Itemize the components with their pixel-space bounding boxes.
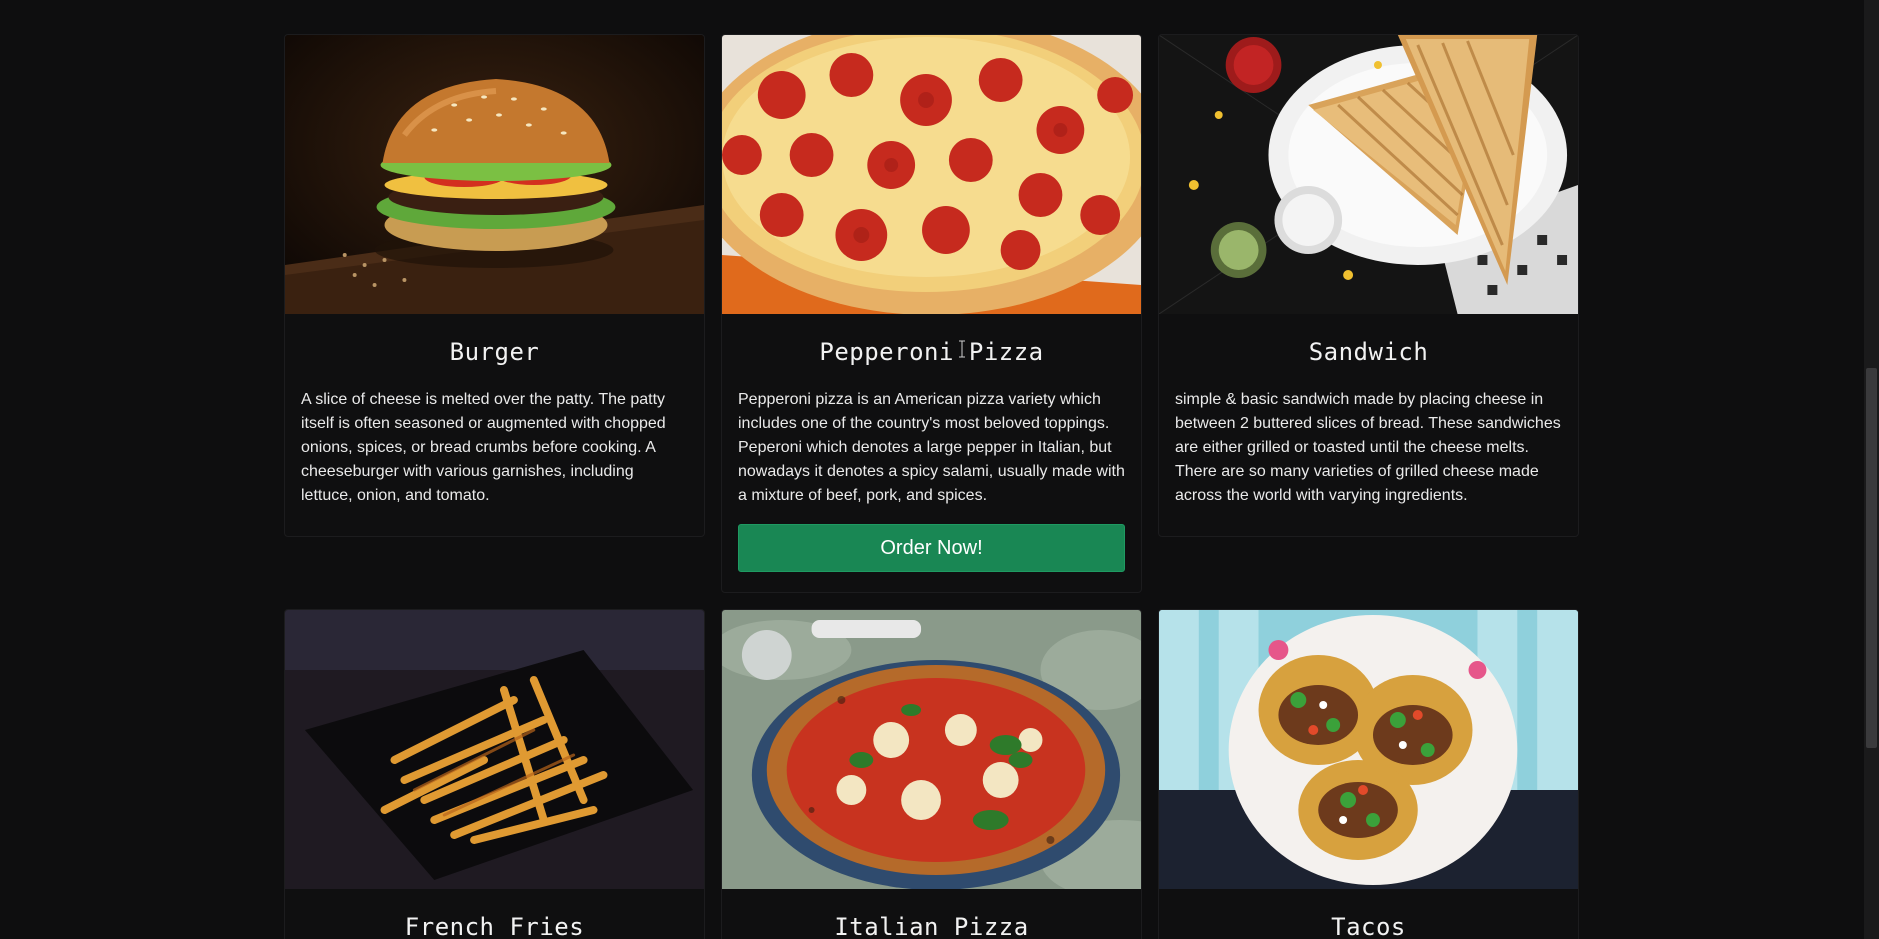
sandwich-image: [1159, 35, 1578, 314]
card-title: Tacos: [1331, 913, 1406, 939]
card-body: Pepperoni Pizza Pepperoni pizza is an Am…: [722, 314, 1141, 592]
pepperoni-pizza-image: [722, 35, 1141, 314]
order-now-button[interactable]: Order Now!: [738, 524, 1125, 572]
menu-card-tacos: Tacos: [1158, 609, 1579, 939]
card-title: Burger: [449, 338, 540, 366]
card-title: Pepperoni Pizza: [819, 338, 1044, 366]
burger-image: [285, 35, 704, 314]
card-body: Italian Pizza: [722, 889, 1141, 939]
italian-pizza-image: [722, 610, 1141, 889]
card-title: Sandwich: [1308, 338, 1429, 366]
scrollbar-thumb[interactable]: [1866, 368, 1877, 748]
menu-card-grid: Burger A slice of cheese is melted over …: [284, 34, 1580, 939]
card-description: simple & basic sandwich made by placing …: [1175, 391, 1561, 504]
card-description: A slice of cheese is melted over the pat…: [301, 391, 666, 504]
card-body: Burger A slice of cheese is melted over …: [285, 314, 704, 536]
card-body: Tacos: [1159, 889, 1578, 939]
card-title: Italian Pizza: [834, 913, 1029, 939]
text-cursor-icon: [958, 340, 965, 358]
menu-card-burger: Burger A slice of cheese is melted over …: [284, 34, 705, 537]
card-body: French Fries: [285, 889, 704, 939]
card-title: French Fries: [404, 913, 585, 939]
vertical-scrollbar[interactable]: [1864, 0, 1879, 939]
menu-card-italian-pizza: Italian Pizza: [721, 609, 1142, 939]
tacos-image: [1159, 610, 1578, 889]
french-fries-image: [285, 610, 704, 889]
card-body: Sandwich simple & basic sandwich made by…: [1159, 314, 1578, 536]
menu-card-french-fries: French Fries: [284, 609, 705, 939]
menu-card-pepperoni-pizza: Pepperoni Pizza Pepperoni pizza is an Am…: [721, 34, 1142, 593]
card-description: Pepperoni pizza is an American pizza var…: [738, 391, 1125, 504]
page: Burger A slice of cheese is melted over …: [0, 0, 1879, 939]
menu-card-sandwich: Sandwich simple & basic sandwich made by…: [1158, 34, 1579, 537]
